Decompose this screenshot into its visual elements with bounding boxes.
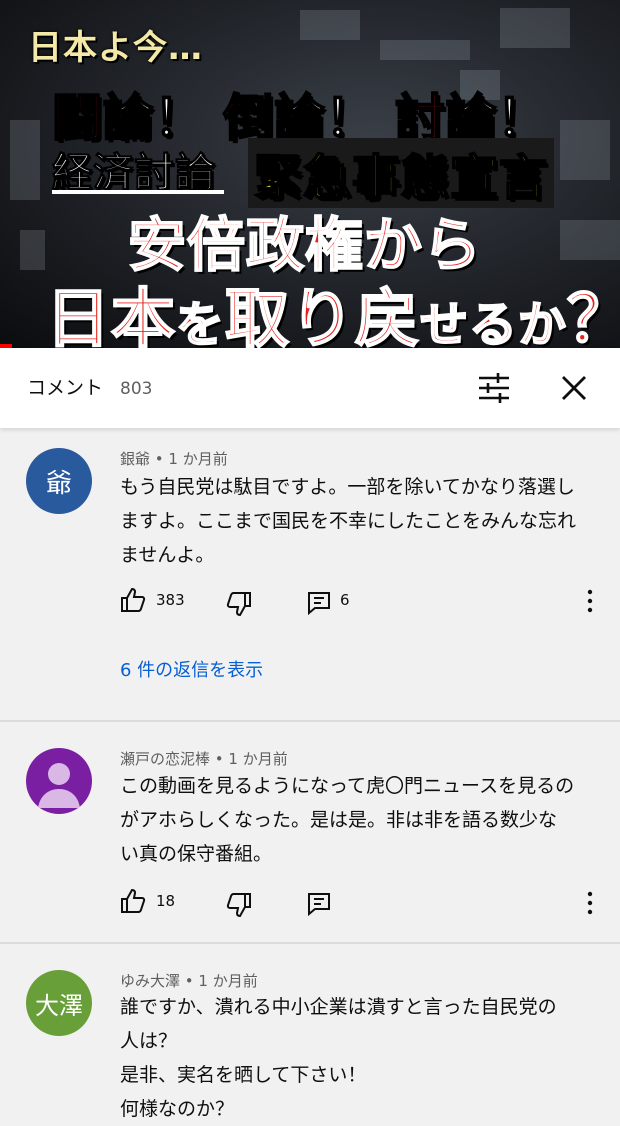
like-count: 18	[156, 892, 176, 910]
comment-actions: 18	[120, 888, 600, 918]
comment-author[interactable]: 瀬戸の恋泥棒	[120, 750, 210, 768]
comments-title: コメント	[27, 377, 104, 399]
thumbnail-line-5: 日本を取り戻せるか？	[45, 282, 620, 348]
comment-meta: ゆみ大澤 • 1 か月前	[120, 972, 258, 990]
thumbnail-line-1: 日本よ今…	[28, 28, 203, 68]
comment-author[interactable]: ゆみ大澤	[120, 972, 180, 990]
thumbs-down-icon[interactable]	[226, 591, 252, 617]
thumbs-up-icon[interactable]	[120, 587, 146, 613]
video-player[interactable]: 日本よ今… 闘論！ 倒論！ 討論！ 経済討論 緊急事態宣言 安倍政権から 日本を…	[0, 0, 620, 348]
close-icon[interactable]	[558, 372, 590, 404]
comment-meta: 銀爺 • 1 か月前	[120, 450, 228, 468]
more-options-icon[interactable]	[580, 890, 600, 916]
avatar[interactable]: 爺	[26, 448, 92, 514]
view-replies-link[interactable]: 6 件の返信を表示	[120, 656, 263, 682]
comments-header: コメント 803	[0, 348, 620, 428]
avatar[interactable]	[26, 748, 92, 814]
reply-icon[interactable]	[306, 891, 332, 917]
comments-count: 803	[120, 379, 153, 399]
like-count: 383	[156, 591, 185, 609]
reply-icon[interactable]	[306, 590, 332, 616]
comment-text: 誰ですか、潰れる中小企業は潰すと言った自民党の 人は？ 是非、実名を晒して下さい…	[120, 996, 557, 1120]
default-avatar-icon	[38, 763, 80, 808]
thumbs-down-icon[interactable]	[226, 892, 252, 918]
comment-item: 大澤 ゆみ大澤 • 1 か月前 誰ですか、潰れる中小企業は潰すと言った自民党の …	[0, 944, 620, 1120]
comment-time: 1 か月前	[168, 450, 228, 468]
comment-item: 爺 銀爺 • 1 か月前 もう自民党は駄目ですよ。一部を除いてかなり落選し ます…	[0, 428, 620, 722]
comment-item: 瀬戸の恋泥棒 • 1 か月前 この動画を見るようになって虎〇門ニュースを見るの …	[0, 722, 620, 944]
comment-time: 1 か月前	[228, 750, 288, 768]
comment-text: もう自民党は駄目ですよ。一部を除いてかなり落選し ますよ。ここまで国民を不幸にし…	[120, 476, 577, 566]
comment-author[interactable]: 銀爺	[120, 450, 150, 468]
thumbnail-underline	[52, 190, 224, 194]
comment-time: 1 か月前	[198, 972, 258, 990]
comment-text: この動画を見るようになって虎〇門ニュースを見るの がアホらしくなった。是は是。非…	[120, 775, 575, 865]
reply-count: 6	[340, 591, 350, 609]
more-options-icon[interactable]	[580, 588, 600, 614]
avatar[interactable]: 大澤	[26, 970, 92, 1036]
comment-actions: 383 6	[120, 587, 600, 617]
comment-meta: 瀬戸の恋泥棒 • 1 か月前	[120, 750, 288, 768]
thumbs-up-icon[interactable]	[120, 888, 146, 914]
tune-icon[interactable]	[476, 372, 512, 404]
